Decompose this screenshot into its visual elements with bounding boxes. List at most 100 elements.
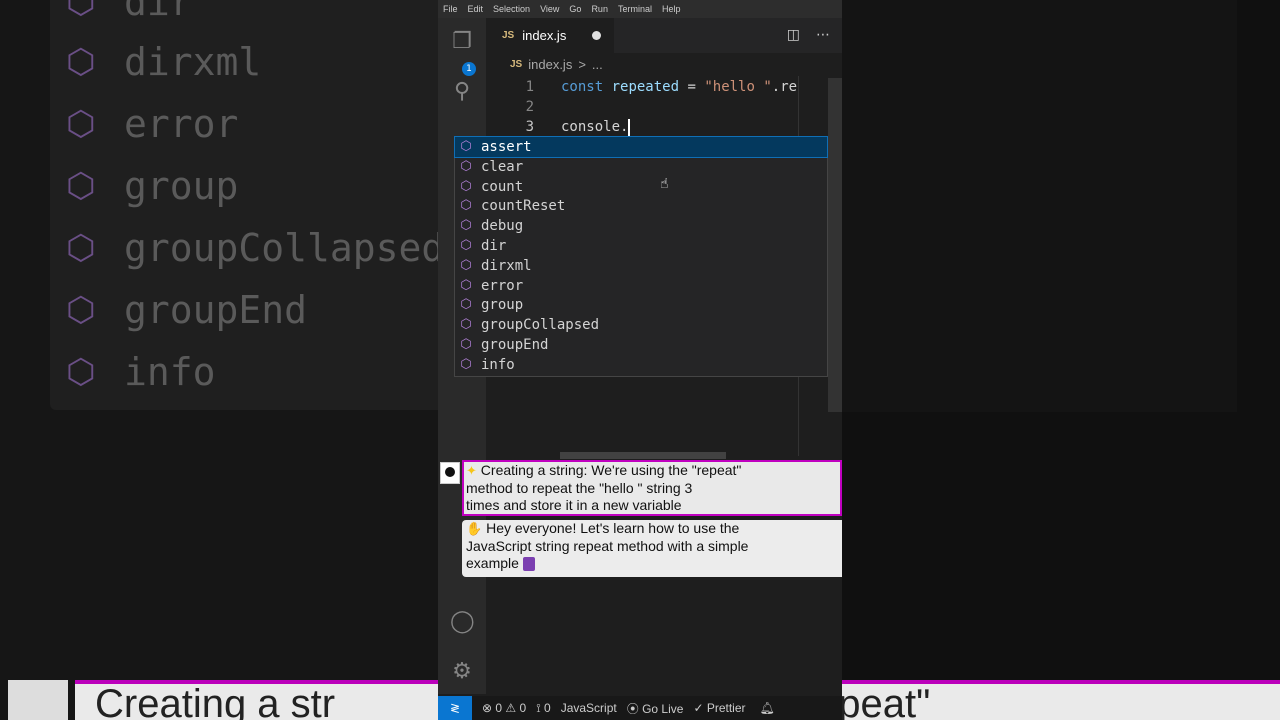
suggestion-item[interactable]: ⬡ dir bbox=[455, 236, 827, 256]
background-item: ⬡ info bbox=[66, 350, 216, 394]
breadcrumb-more[interactable]: ... bbox=[592, 57, 603, 72]
suggestion-item[interactable]: ⬡ dirxml bbox=[455, 256, 827, 276]
caption-line: example bbox=[466, 555, 838, 573]
background-avatar bbox=[8, 680, 68, 720]
explorer-badge: 1 bbox=[462, 62, 476, 76]
method-icon: ⬡ bbox=[460, 278, 472, 293]
menu-help[interactable]: Help bbox=[657, 4, 686, 14]
caption-previous: ✋ Hey everyone! Let's learn how to use t… bbox=[462, 520, 842, 577]
method-icon: ⬡ bbox=[460, 297, 472, 312]
account-icon[interactable]: ◯ bbox=[450, 610, 475, 634]
background-item: ⬡ error bbox=[66, 102, 239, 146]
background-blur-right bbox=[842, 0, 1280, 720]
background-blur-left: ⬡ dir ⬡ dirxml ⬡ error ⬡ group ⬡ groupCollaps… bbox=[0, 0, 438, 720]
js-file-icon: JS bbox=[502, 30, 515, 41]
split-editor-icon[interactable]: ◫ bbox=[787, 27, 800, 43]
line-number: 2 bbox=[525, 99, 534, 115]
suggestion-item[interactable]: ⬡ group bbox=[455, 295, 827, 315]
horizontal-scrollbar[interactable] bbox=[560, 452, 726, 459]
tab-label: index.js bbox=[522, 28, 567, 43]
suggestion-item[interactable]: ⬡ groupCollapsed bbox=[455, 315, 827, 335]
cube-icon: ⬡ bbox=[66, 104, 96, 144]
code-text: const repeated = "hello ".re bbox=[561, 79, 798, 95]
method-icon: ⬡ bbox=[460, 198, 472, 213]
menu-terminal[interactable]: Terminal bbox=[613, 4, 657, 14]
search-icon[interactable]: ⚲ bbox=[450, 80, 474, 104]
sparkle-icon: ✦ bbox=[466, 463, 477, 478]
method-icon: ⬡ bbox=[460, 159, 472, 174]
method-icon: ⬡ bbox=[460, 179, 472, 194]
cube-icon: ⬡ bbox=[66, 290, 96, 330]
suggest-widget: ⬡ assert ⬡ clear ⬡ count ⬡ countReset ⬡ debug… bbox=[454, 136, 828, 377]
suggestion-item[interactable]: ⬡ info bbox=[455, 355, 827, 375]
prettier-status[interactable]: ✓ Prettier bbox=[693, 701, 745, 715]
code-text: console. bbox=[561, 118, 631, 136]
cube-icon: ⬡ bbox=[66, 0, 96, 22]
caption-avatar bbox=[440, 462, 460, 484]
method-icon: ⬡ bbox=[460, 258, 472, 273]
menu-run[interactable]: Run bbox=[586, 4, 613, 14]
method-icon: ⬡ bbox=[460, 357, 472, 372]
cube-icon: ⬡ bbox=[66, 352, 96, 392]
method-icon: ⬡ bbox=[460, 317, 472, 332]
suggestion-item[interactable]: ⬡ groupEnd bbox=[455, 335, 827, 355]
problems-status[interactable]: ⊗ 0 ⚠ 0 bbox=[482, 701, 526, 715]
caption-line: method to repeat the "hello " string 3 bbox=[466, 479, 693, 496]
suggestion-item[interactable]: ⬡ count bbox=[455, 177, 827, 197]
method-icon: ⬡ bbox=[460, 218, 472, 233]
suggestion-item[interactable]: ⬡ debug bbox=[455, 216, 827, 236]
breadcrumb-separator: > bbox=[578, 57, 586, 72]
background-item: ⬡ dirxml bbox=[66, 40, 262, 84]
suggestion-item[interactable]: ⬡ assert bbox=[454, 136, 828, 158]
hand-pointer-icon: ☝ bbox=[660, 176, 669, 192]
suggestion-item[interactable]: ⬡ error bbox=[455, 276, 827, 296]
bell-icon[interactable]: 🔔︎ bbox=[760, 701, 775, 715]
method-icon: ⬡ bbox=[460, 238, 472, 253]
go-live-button[interactable]: ⦿ Go Live bbox=[627, 700, 684, 717]
caption-line: ✋ Hey everyone! Let's learn how to use t… bbox=[466, 520, 740, 536]
caption-line: JavaScript string repeat method with a s… bbox=[466, 537, 749, 554]
cube-icon: ⬡ bbox=[66, 42, 96, 82]
avatar-dot bbox=[445, 467, 455, 477]
language-mode[interactable]: JavaScript bbox=[561, 701, 617, 715]
tab-bar: JS index.js ◫ ⋯ bbox=[486, 18, 842, 53]
background-item: ⬡ groupCollapsed bbox=[66, 226, 438, 270]
line-number: 3 bbox=[525, 119, 534, 135]
status-bar: ≷ ⊗ 0 ⚠ 0 ⟟ 0 JavaScript ⦿ Go Live ✓ Pre… bbox=[438, 696, 842, 720]
method-icon: ⬡ bbox=[460, 139, 472, 154]
background-strip bbox=[842, 0, 1237, 412]
breadcrumb: JS index.js > ... bbox=[510, 57, 603, 72]
text-cursor bbox=[628, 118, 631, 136]
caption-current: ✦ Creating a string: We're using the "re… bbox=[462, 460, 842, 516]
menu-file[interactable]: File bbox=[438, 4, 463, 14]
files-icon[interactable]: ❐ bbox=[450, 30, 474, 54]
menu-bar: File Edit Selection View Go Run Terminal… bbox=[438, 0, 842, 18]
menu-edit[interactable]: Edit bbox=[463, 4, 489, 14]
suggestion-item[interactable]: ⬡ clear bbox=[455, 157, 827, 177]
thread-spool-icon bbox=[522, 557, 535, 572]
remote-indicator-icon[interactable]: ≷ bbox=[438, 696, 472, 720]
tab-index-js[interactable]: JS index.js bbox=[486, 18, 614, 53]
ports-status[interactable]: ⟟ 0 bbox=[536, 701, 551, 716]
menu-view[interactable]: View bbox=[535, 4, 564, 14]
gear-icon[interactable]: ⚙ bbox=[450, 660, 474, 684]
caption-line: ✦ Creating a string: We're using the "re… bbox=[466, 462, 742, 478]
menu-go[interactable]: Go bbox=[564, 4, 586, 14]
menu-selection[interactable]: Selection bbox=[488, 4, 535, 14]
method-icon: ⬡ bbox=[460, 337, 472, 352]
wave-hand-icon: ✋ bbox=[466, 521, 483, 536]
suggestion-item[interactable]: ⬡ countReset bbox=[455, 196, 827, 216]
breadcrumb-file[interactable]: index.js bbox=[528, 57, 572, 72]
caption-line: times and store it in a new variable bbox=[466, 497, 682, 513]
line-number: 1 bbox=[525, 79, 534, 95]
cube-icon: ⬡ bbox=[66, 228, 96, 268]
cube-icon: ⬡ bbox=[66, 166, 96, 206]
editor-actions: ◫ ⋯ bbox=[787, 27, 830, 43]
unsaved-dot-icon[interactable] bbox=[592, 31, 601, 40]
background-item: ⬡ group bbox=[66, 164, 239, 208]
more-actions-icon[interactable]: ⋯ bbox=[816, 27, 830, 43]
background-item: ⬡ groupEnd bbox=[66, 288, 308, 332]
js-file-icon: JS bbox=[510, 59, 523, 70]
vertical-scrollbar[interactable] bbox=[828, 78, 842, 412]
background-item: ⬡ dir bbox=[66, 0, 193, 24]
